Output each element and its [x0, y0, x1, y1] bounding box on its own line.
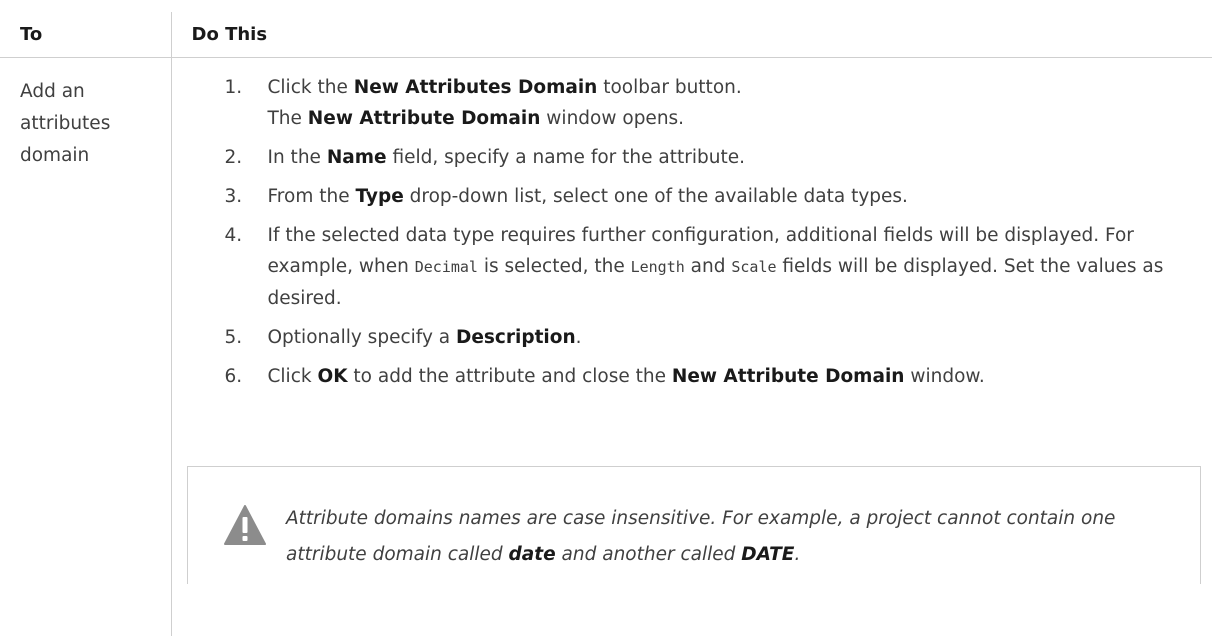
text-run: window.: [904, 366, 984, 387]
step-number: 4.: [225, 220, 243, 251]
note-text: Attribute domains names are case insensi…: [286, 501, 1166, 573]
text-run: drop-down list, select one of the availa…: [404, 186, 908, 207]
text-run: field, specify a name for the attribute.: [387, 147, 745, 168]
text-run: Click the: [268, 77, 354, 98]
text-run: window opens.: [540, 108, 684, 129]
step-text: In the Name field, specify a name for th…: [268, 147, 745, 168]
step-text: Optionally specify a Description.: [268, 327, 582, 348]
step-number: 3.: [225, 181, 243, 212]
text-run: and another called: [556, 544, 742, 565]
step-text: Click OK to add the attribute and close …: [268, 366, 985, 387]
column-header-to: To: [0, 12, 171, 58]
code-text: Scale: [731, 258, 776, 276]
bold-text: OK: [317, 366, 347, 387]
text-run: toolbar button.: [597, 77, 741, 98]
bold-text: New Attribute Domain: [308, 108, 541, 129]
text-run: Optionally specify a: [268, 327, 457, 348]
table-header-row: To Do This: [0, 12, 1212, 58]
code-text: Length: [631, 258, 685, 276]
step-item: 2. In the Name field, specify a name for …: [172, 142, 1212, 173]
text-run: Click: [268, 366, 318, 387]
step-number: 2.: [225, 142, 243, 173]
text-run: From the: [268, 186, 356, 207]
note-box: Attribute domains names are case insensi…: [187, 466, 1201, 584]
text-run: and: [685, 256, 732, 277]
steps-list: 1. Click the New Attributes Domain toolba…: [172, 72, 1212, 392]
task-label: Add an attributes domain: [20, 76, 130, 172]
step-number: 5.: [225, 322, 243, 353]
bold-text: Type: [355, 186, 403, 207]
step-item: 5. Optionally specify a Description.: [172, 322, 1212, 353]
text-run: to add the attribute and close the: [348, 366, 672, 387]
step-item: 3. From the Type drop-down list, select o…: [172, 181, 1212, 212]
bold-text: Description: [456, 327, 576, 348]
column-header-do-this: Do This: [171, 12, 1212, 58]
step-item: 6. Click OK to add the attribute and clos…: [172, 361, 1212, 392]
text-run: The: [268, 108, 308, 129]
warning-triangle-icon: [223, 503, 267, 547]
bold-text: New Attributes Domain: [354, 77, 598, 98]
bold-text: Name: [327, 147, 387, 168]
step-number: 6.: [225, 361, 243, 392]
step-text: Click the New Attributes Domain toolbar …: [268, 77, 742, 129]
step-text: From the Type drop-down list, select one…: [268, 186, 908, 207]
step-item: 4. If the selected data type requires fur…: [172, 220, 1212, 314]
bold-text: DATE: [741, 544, 794, 565]
bold-text: New Attribute Domain: [672, 366, 905, 387]
code-text: Decimal: [415, 258, 478, 276]
step-number: 1.: [225, 72, 243, 103]
text-run: .: [576, 327, 582, 348]
step-item: 1. Click the New Attributes Domain toolba…: [172, 72, 1212, 134]
text-run: is selected, the: [478, 256, 631, 277]
text-run: In the: [268, 147, 327, 168]
step-text: If the selected data type requires furth…: [268, 225, 1164, 309]
task-cell: Add an attributes domain: [0, 58, 171, 636]
bold-text: date: [509, 544, 556, 565]
text-run: .: [794, 544, 800, 565]
